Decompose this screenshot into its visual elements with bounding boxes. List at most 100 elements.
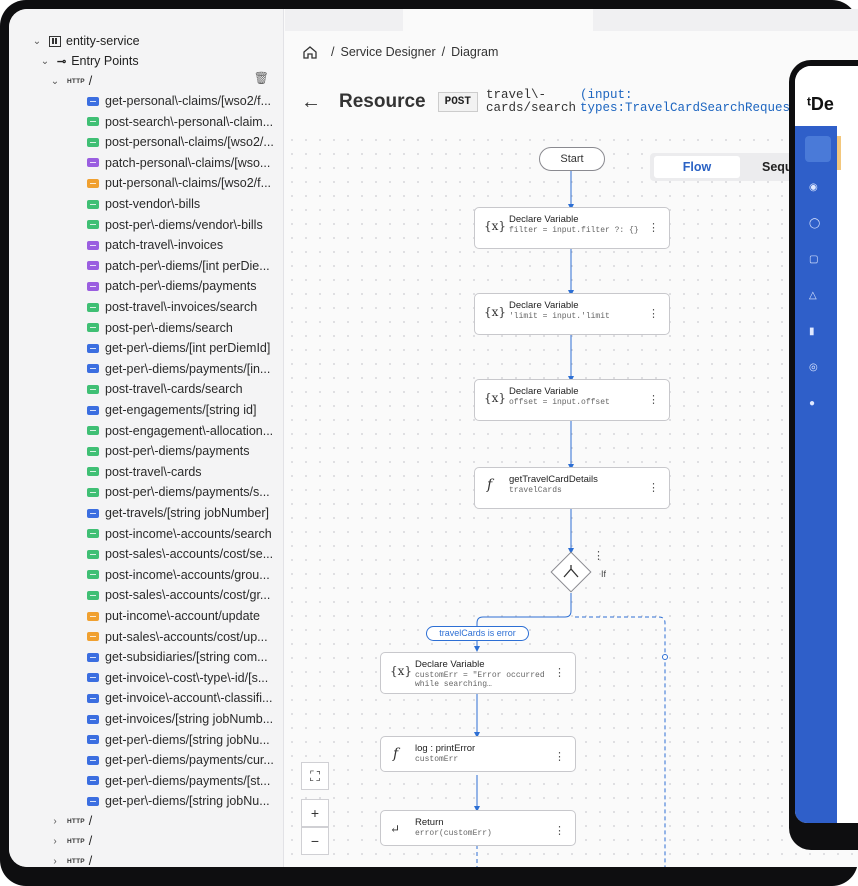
resource-item[interactable]: post-per\-diems/payments/s... <box>87 482 282 502</box>
resource-item[interactable]: get-per\-diems/[string jobNu... <box>87 730 282 750</box>
flow-node[interactable]: {x} Declare Variable customErr = "Error … <box>380 652 576 694</box>
http-group-collapsed[interactable]: › HTTP / <box>49 851 92 867</box>
active-tab[interactable] <box>403 9 593 31</box>
nav-team-icon[interactable]: ● <box>809 398 815 409</box>
more-icon[interactable]: ⋮ <box>648 481 659 494</box>
nav-user-icon[interactable]: ◯ <box>809 218 820 229</box>
resource-item[interactable]: patch-per\-diems/[int perDie... <box>87 256 282 276</box>
resource-item[interactable]: get-invoice\-cost\-type\-id/[s... <box>87 668 282 688</box>
resource-item[interactable]: get-invoices/[string jobNumb... <box>87 709 282 729</box>
resource-item[interactable]: put-sales\-accounts/cost/up... <box>87 627 282 647</box>
tab-sequence[interactable]: Sequ <box>762 156 793 178</box>
resource-item[interactable]: post-income\-accounts/grou... <box>87 565 282 585</box>
more-icon[interactable]: ⋮ <box>554 824 565 837</box>
more-icon[interactable]: ⋮ <box>648 221 659 234</box>
resource-item[interactable]: post-sales\-accounts/cost/se... <box>87 544 282 564</box>
resource-item[interactable]: get-per\-diems/[int perDiemId] <box>87 338 282 358</box>
resource-item[interactable]: get-subsidiaries/[string com... <box>87 647 282 667</box>
resource-item[interactable]: post-personal\-claims/[wso2/... <box>87 132 282 152</box>
entry-points-node[interactable]: ⌄ ⊸ Entry Points <box>39 51 139 71</box>
resource-item[interactable]: post-income\-accounts/search <box>87 524 282 544</box>
resource-item[interactable]: post-per\-diems/vendor\-bills <box>87 215 282 235</box>
get-method-icon <box>87 776 99 786</box>
resource-item[interactable]: post-travel\-invoices/search <box>87 297 282 317</box>
resource-item[interactable]: post-per\-diems/payments <box>87 441 282 461</box>
resource-item[interactable]: post-engagement\-allocation... <box>87 421 282 441</box>
nav-flask-icon[interactable]: △ <box>809 290 817 301</box>
trash-icon[interactable]: 🗑 <box>254 71 269 85</box>
more-icon[interactable]: ⋮ <box>554 750 565 763</box>
function-icon: f <box>487 477 493 493</box>
resource-item[interactable]: patch-travel\-invoices <box>87 235 282 255</box>
breadcrumb-diagram[interactable]: Diagram <box>451 45 498 59</box>
service-node[interactable]: ⌄ entity-service <box>31 31 140 51</box>
nav-settings-icon[interactable]: ◎ <box>809 362 818 373</box>
resource-item[interactable]: post-search\-personal\-claim... <box>87 112 282 132</box>
condition-label[interactable]: travelCards is error <box>426 626 529 641</box>
node-title: Return <box>415 817 444 828</box>
resource-item[interactable]: post-vendor\-bills <box>87 194 282 214</box>
resource-header: ← Resource POST travel\- cards/search (i… <box>301 89 798 115</box>
flow-node[interactable]: f getTravelCardDetails travelCards ⋮ <box>474 467 670 509</box>
breadcrumb-service-designer[interactable]: Service Designer <box>340 45 435 59</box>
resource-label: get-invoice\-cost\-type\-id/[s... <box>105 670 269 685</box>
resource-label: post-search\-personal\-claim... <box>105 114 274 129</box>
resource-item[interactable]: get-travels/[string jobNumber] <box>87 503 282 523</box>
flow-node[interactable]: {x} Declare Variable filter = input.filt… <box>474 207 670 249</box>
resource-item[interactable]: get-per\-diems/payments/cur... <box>87 750 282 770</box>
resource-item[interactable]: get-invoice\-account\-classifi... <box>87 688 282 708</box>
resource-item[interactable]: get-per\-diems/payments/[st... <box>87 771 282 791</box>
resource-item[interactable]: get-per\-diems/[string jobNu... <box>87 791 282 811</box>
flow-node[interactable]: {x} Declare Variable offset = input.offs… <box>474 379 670 421</box>
tab-flow[interactable]: Flow <box>654 156 740 178</box>
nav-tag-icon[interactable]: ◉ <box>809 182 818 193</box>
nav-chart-icon[interactable]: ▮ <box>809 326 815 337</box>
http-group[interactable]: ⌄ HTTP / 🗑 <box>49 71 277 91</box>
chevron-right-icon[interactable]: › <box>49 836 61 847</box>
zoom-out-button[interactable]: − <box>301 827 329 855</box>
chevron-down-icon[interactable]: ⌄ <box>49 76 61 87</box>
resource-item[interactable]: get-engagements/[string id] <box>87 400 282 420</box>
http-tag: HTTP <box>67 77 85 85</box>
resource-item[interactable]: get-per\-diems/payments/[in... <box>87 359 282 379</box>
resource-item[interactable]: post-travel\-cards <box>87 462 282 482</box>
if-diamond[interactable] <box>550 551 592 593</box>
zoom-in-button[interactable]: + <box>301 799 329 827</box>
more-icon[interactable]: ⋮ <box>648 393 659 406</box>
post-method-icon <box>87 137 99 147</box>
resource-item[interactable]: patch-per\-diems/payments <box>87 276 282 296</box>
flow-node[interactable]: {x} Declare Variable 'limit = input.'lim… <box>474 293 670 335</box>
home-icon[interactable] <box>303 46 317 59</box>
http-group-collapsed[interactable]: › HTTP / <box>49 831 92 851</box>
resource-item[interactable]: get-personal\-claims/[wso2/f... <box>87 91 282 111</box>
flow-canvas[interactable]: Flow Sequ Start {x} Declare Variable fil… <box>285 133 858 867</box>
if-label: If <box>601 569 607 579</box>
resource-item[interactable]: put-income\-account/update <box>87 606 282 626</box>
nav-card-icon[interactable]: ▢ <box>809 254 818 265</box>
back-arrow-icon[interactable]: ← <box>301 91 321 114</box>
nav-dashboard-icon[interactable] <box>805 136 831 162</box>
flow-node[interactable]: f log : printError customErr ⋮ <box>380 736 576 772</box>
chevron-down-icon[interactable]: ⌄ <box>31 36 43 47</box>
get-method-icon <box>87 96 99 106</box>
resource-item[interactable]: post-travel\-cards/search <box>87 379 282 399</box>
more-icon[interactable]: ⋮ <box>554 666 565 679</box>
get-method-icon <box>87 735 99 745</box>
chevron-right-icon[interactable]: › <box>49 816 61 827</box>
more-icon[interactable]: ⋮ <box>648 307 659 320</box>
resource-item[interactable]: post-sales\-accounts/cost/gr... <box>87 585 282 605</box>
fit-to-screen-button[interactable]: ⛶ <box>301 762 329 790</box>
start-node[interactable]: Start <box>539 147 605 171</box>
resource-item[interactable]: put-personal\-claims/[wso2/f... <box>87 173 282 193</box>
node-expression: offset = input.offset <box>509 398 610 407</box>
chevron-right-icon[interactable]: › <box>49 856 61 867</box>
chevron-down-icon[interactable]: ⌄ <box>39 56 51 67</box>
more-icon[interactable]: ⋮ <box>593 549 604 562</box>
http-path: / <box>88 854 93 867</box>
flow-node[interactable]: ↵ Return error(customErr) ⋮ <box>380 810 576 846</box>
resource-item[interactable]: patch-personal\-claims/[wso... <box>87 153 282 173</box>
resource-item[interactable]: post-per\-diems/search <box>87 318 282 338</box>
get-method-icon <box>87 343 99 353</box>
http-group-collapsed[interactable]: › HTTP / <box>49 811 92 831</box>
get-method-icon <box>87 405 99 415</box>
